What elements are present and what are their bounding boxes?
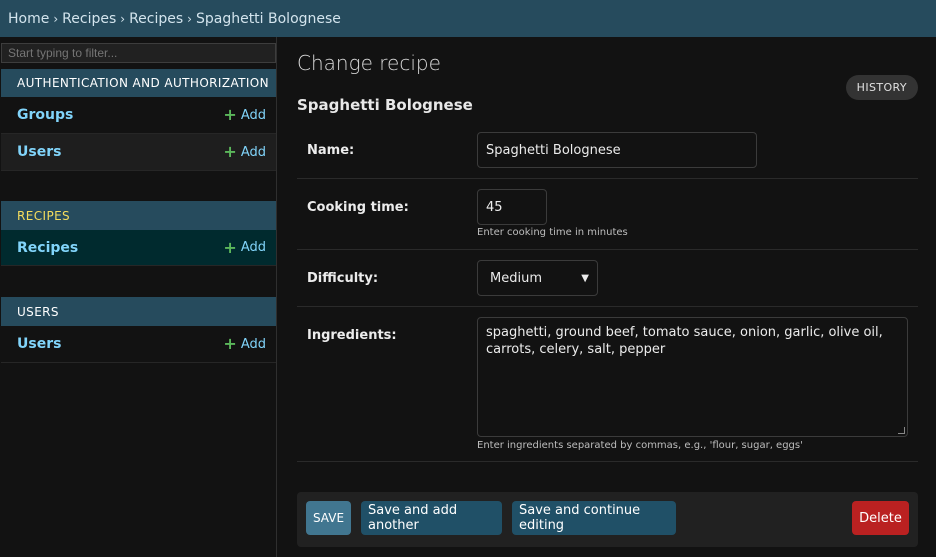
save-button[interactable]: SAVE [306,501,351,535]
name-input[interactable]: Spaghetti Bolognese [477,132,757,168]
plus-icon: + [223,237,237,257]
form-row-cooking-time: Cooking time: 45 Enter cooking time in m… [297,179,918,250]
object-title: Spaghetti Bolognese [297,96,473,114]
difficulty-selected-value: Medium [490,270,542,286]
chevron-down-icon: ▼ [581,272,589,284]
add-users-link[interactable]: + Add [223,144,266,160]
nav-sidebar: AUTHENTICATION AND AUTHORIZATION Groups … [0,37,277,557]
plus-icon: + [223,142,237,161]
sidebar-item-users-app: Users + Add [1,326,276,363]
plus-icon: + [223,334,237,353]
add-recipes-link[interactable]: + Add [223,237,266,257]
breadcrumb-separator: › [187,11,192,26]
page-title: Change recipe [297,51,441,75]
sidebar-item-users-app-link[interactable]: Users [17,336,223,352]
plus-icon: + [223,105,237,124]
add-groups-link[interactable]: + Add [223,107,266,123]
add-label: Add [240,107,266,123]
breadcrumb-home-link[interactable]: Home [8,11,49,27]
add-users-app-link[interactable]: + Add [223,336,266,352]
breadcrumb-current: Spaghetti Bolognese [195,10,341,27]
add-label: Add [240,240,266,255]
name-label: Name: [307,143,355,158]
sidebar-item-users-link[interactable]: Users [17,144,223,160]
difficulty-label: Difficulty: [307,271,379,286]
add-label: Add [240,144,266,160]
breadcrumb: Home › Recipes › Recipes › Spaghetti Bol… [0,0,936,37]
module-caption-recipes[interactable]: RECIPES [1,201,276,230]
breadcrumb-separator: › [120,11,126,26]
breadcrumb-app-link[interactable]: Recipes [62,11,116,27]
cooking-time-label: Cooking time: [307,200,409,215]
form-row-name: Name: Spaghetti Bolognese [297,121,918,179]
save-and-add-another-button[interactable]: Save and add another [361,501,502,535]
breadcrumb-model-link[interactable]: Recipes [129,11,183,27]
ingredients-value: spaghetti, ground beef, tomato sauce, on… [486,325,883,357]
sidebar-item-users: Users + Add [1,134,276,171]
difficulty-select[interactable]: Medium ▼ [477,260,598,296]
main-content: Change recipe HISTORY Spaghetti Bolognes… [297,37,918,557]
submit-row: SAVE Save and add another Save and conti… [297,492,918,547]
sidebar-item-groups-link[interactable]: Groups [17,107,223,123]
cooking-time-input[interactable]: 45 [477,189,547,225]
form-row-difficulty: Difficulty: Medium ▼ [297,250,918,307]
cooking-time-help: Enter cooking time in minutes [477,227,628,238]
history-button[interactable]: HISTORY [845,75,918,100]
sidebar-item-groups: Groups + Add [1,97,276,134]
delete-button[interactable]: Delete [852,501,909,535]
ingredients-textarea[interactable]: spaghetti, ground beef, tomato sauce, on… [477,317,908,437]
sidebar-item-recipes-link[interactable]: Recipes [17,240,223,256]
save-and-continue-button[interactable]: Save and continue editing [512,501,676,535]
ingredients-label: Ingredients: [307,328,397,343]
breadcrumb-separator: › [53,11,59,26]
ingredients-help: Enter ingredients separated by commas, e… [477,440,803,451]
sidebar-item-recipes: Recipes + Add [1,230,276,266]
form-row-ingredients: Ingredients: spaghetti, ground beef, tom… [297,307,918,462]
sidebar-filter-input[interactable] [1,43,276,63]
module-caption-users[interactable]: USERS [1,297,276,326]
module-caption-auth[interactable]: AUTHENTICATION AND AUTHORIZATION [1,69,276,97]
resize-handle-icon[interactable] [898,427,905,434]
add-label: Add [240,336,266,352]
